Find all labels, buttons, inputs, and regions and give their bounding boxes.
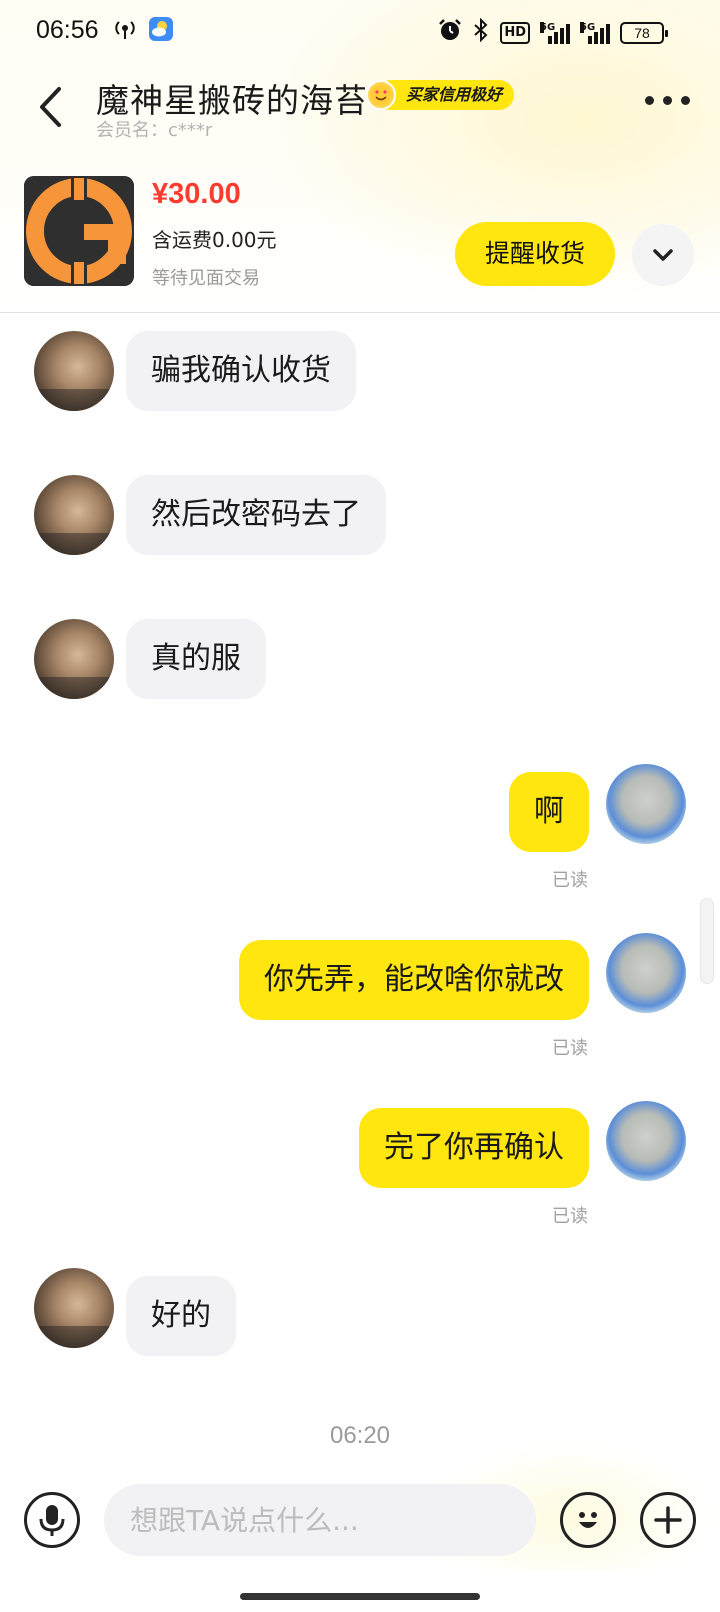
read-status: 已读 <box>552 1206 588 1227</box>
emoji-icon <box>579 1512 597 1528</box>
chat-title[interactable]: 魔神星搬砖的海苔 <box>96 74 368 122</box>
more-button[interactable] <box>645 96 690 105</box>
item-status: 等待见面交易 <box>152 268 260 289</box>
signal-5g-icon: 5G <box>540 22 570 44</box>
seller-avatar[interactable] <box>34 1268 114 1348</box>
chevron-left-icon <box>40 87 61 127</box>
plus-icon <box>654 1506 682 1534</box>
scrollbar[interactable] <box>700 898 714 984</box>
credit-badge[interactable]: 买家信用极好 <box>376 80 515 110</box>
member-name: 会员名：c***r <box>96 120 213 141</box>
heart-eyes-icon <box>366 80 396 110</box>
microphone-icon <box>39 1505 65 1536</box>
remind-receipt-button[interactable]: 提醒收货 <box>455 222 615 286</box>
chevron-down-icon <box>653 249 673 261</box>
message-bubble-in[interactable]: 真的服 <box>126 619 266 699</box>
emoji-button[interactable] <box>560 1492 616 1548</box>
seller-avatar[interactable] <box>34 331 114 411</box>
hd-icon: HD <box>500 22 530 44</box>
message-bubble-out[interactable]: 你先弄，能改啥你就改 <box>239 940 589 1020</box>
home-indicator[interactable] <box>240 1593 480 1600</box>
item-shipping: 含运费0.00元 <box>152 228 277 252</box>
my-avatar[interactable] <box>606 933 686 1013</box>
plus-button[interactable] <box>640 1492 696 1548</box>
status-right-icons: HD 5G 5G 78 <box>438 17 668 48</box>
read-status: 已读 <box>552 870 588 891</box>
seller-avatar[interactable] <box>34 619 114 699</box>
my-avatar[interactable] <box>606 1101 686 1181</box>
read-status: 已读 <box>552 1038 588 1059</box>
my-avatar[interactable] <box>606 764 686 844</box>
divider <box>0 312 720 313</box>
voice-button[interactable] <box>24 1492 80 1548</box>
g-coin-logo-icon <box>24 176 134 286</box>
seller-avatar[interactable] <box>34 475 114 555</box>
signal-5g-icon: 5G <box>580 22 610 44</box>
status-bar: 06:56 HD 5G 5G 78 <box>0 0 720 64</box>
more-horizontal-icon <box>645 96 654 105</box>
item-price: ¥30.00 <box>152 178 241 210</box>
back-button[interactable] <box>28 80 72 134</box>
expand-button[interactable] <box>632 224 694 286</box>
message-bubble-out[interactable]: 啊 <box>509 772 589 852</box>
message-bubble-in[interactable]: 骗我确认收货 <box>126 331 356 411</box>
bluetooth-icon <box>472 17 490 48</box>
message-input[interactable] <box>104 1484 536 1556</box>
alarm-icon <box>438 18 462 48</box>
status-time: 06:56 <box>36 16 99 44</box>
status-left-icons <box>112 16 174 48</box>
message-bubble-in[interactable]: 然后改密码去了 <box>126 475 386 555</box>
item-thumbnail[interactable] <box>24 176 134 286</box>
weather-icon <box>148 16 174 48</box>
message-bubble-in[interactable]: 好的 <box>126 1276 236 1356</box>
hotspot-icon <box>112 17 138 47</box>
battery-icon: 78 <box>620 22 668 44</box>
message-bubble-out[interactable]: 完了你再确认 <box>359 1108 589 1188</box>
